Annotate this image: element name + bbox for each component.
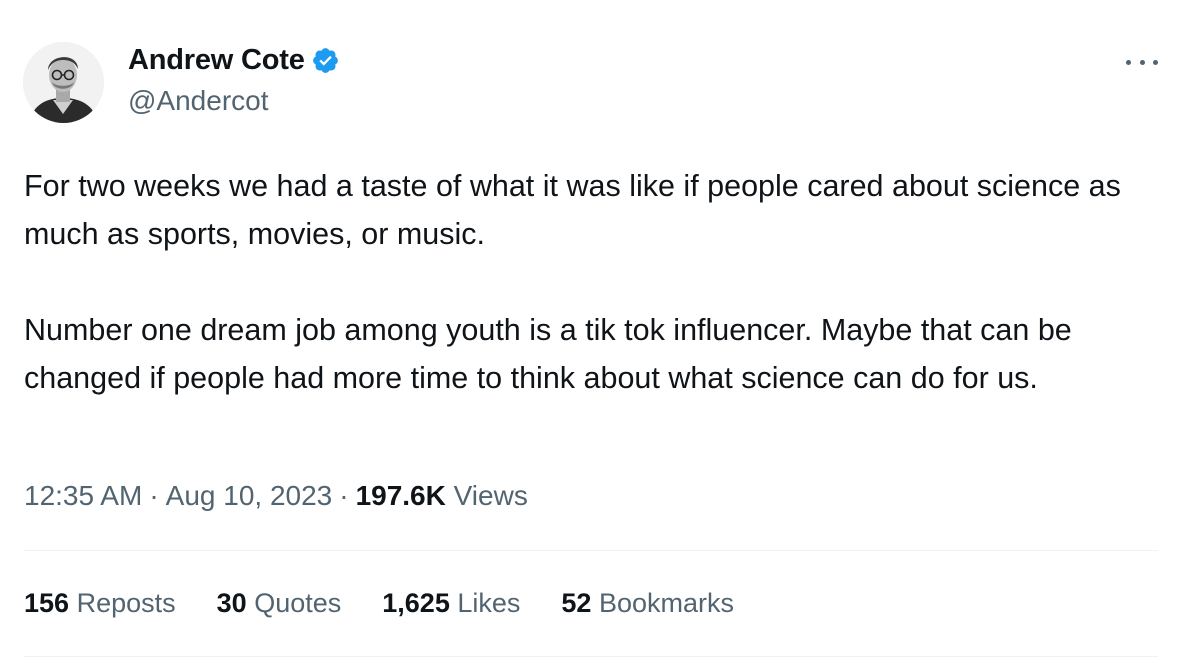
- stat-count: 30: [216, 588, 247, 618]
- engagement-stats: 156 Reposts 30 Quotes 1,625 Likes 52 Boo…: [24, 588, 734, 619]
- stat-label: Bookmarks: [598, 588, 734, 618]
- avatar-image: [23, 42, 104, 123]
- stat-likes[interactable]: 1,625 Likes: [382, 588, 520, 619]
- stat-count: 1,625: [382, 588, 450, 618]
- tweet-paragraph: Number one dream job among youth is a ti…: [24, 313, 1081, 395]
- author-display-name[interactable]: Andrew Cote: [128, 44, 305, 77]
- stat-reposts[interactable]: 156 Reposts: [24, 588, 176, 619]
- views-count: 197.6K: [355, 480, 446, 511]
- stat-count: 52: [561, 588, 592, 618]
- tweet-meta: 12:35 AM · Aug 10, 2023 · 197.6K Views: [24, 480, 528, 512]
- tweet-date[interactable]: Aug 10, 2023: [166, 480, 333, 511]
- stat-label: Quotes: [254, 588, 342, 618]
- meta-separator: ·: [149, 480, 159, 511]
- stat-label: Likes: [457, 588, 521, 618]
- tweet-text: For two weeks we had a taste of what it …: [24, 162, 1164, 402]
- meta-separator: ·: [339, 480, 349, 511]
- author-name-row: Andrew Cote: [128, 44, 340, 77]
- tweet-time[interactable]: 12:35 AM: [24, 480, 142, 511]
- stat-quotes[interactable]: 30 Quotes: [217, 588, 342, 619]
- stat-label: Reposts: [76, 588, 176, 618]
- tweet-paragraph: For two weeks we had a taste of what it …: [24, 169, 1130, 251]
- tweet: Andrew Cote @Andercot For two weeks we h…: [0, 0, 1182, 670]
- stat-count: 156: [24, 588, 70, 618]
- author-handle[interactable]: @Andercot: [128, 85, 269, 117]
- stat-bookmarks[interactable]: 52 Bookmarks: [561, 588, 734, 619]
- avatar[interactable]: [23, 42, 104, 123]
- more-options-icon[interactable]: [1126, 50, 1158, 74]
- verified-badge-icon[interactable]: [311, 46, 340, 75]
- divider: [24, 550, 1158, 551]
- views-label: Views: [453, 480, 528, 511]
- divider: [24, 656, 1158, 657]
